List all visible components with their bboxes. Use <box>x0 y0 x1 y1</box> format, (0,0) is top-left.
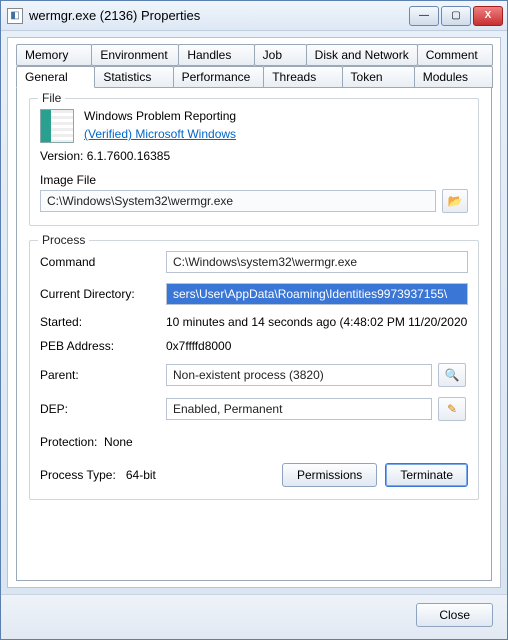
protection-value: None <box>104 435 133 449</box>
process-legend: Process <box>38 233 89 247</box>
started-label: Started: <box>40 315 160 329</box>
maximize-button[interactable]: ▢ <box>441 6 471 26</box>
terminate-button[interactable]: Terminate <box>385 463 468 487</box>
tab-job[interactable]: Job <box>254 44 307 66</box>
tab-threads[interactable]: Threads <box>263 66 342 88</box>
parent-input[interactable] <box>166 364 432 386</box>
process-group: Process Command Current Directory: sers\… <box>29 240 479 500</box>
cwd-input[interactable]: sers\User\AppData\Roaming\Identities9973… <box>166 283 468 305</box>
tab-general[interactable]: General <box>16 66 95 88</box>
tab-memory[interactable]: Memory <box>16 44 92 66</box>
permissions-button[interactable]: Permissions <box>282 463 377 487</box>
window-controls: — ▢ X <box>409 6 503 26</box>
tab-panel-general: File Windows Problem Reporting (Verified… <box>16 87 492 581</box>
tab-modules[interactable]: Modules <box>414 66 493 88</box>
tab-row-top: Memory Environment Handles Job Disk and … <box>16 44 492 66</box>
dep-label: DEP: <box>40 402 160 416</box>
ptype-label: Process Type: <box>40 468 116 482</box>
dialog-footer: Close <box>1 594 507 639</box>
protection-label: Protection: <box>40 435 97 449</box>
minimize-button[interactable]: — <box>409 6 439 26</box>
verified-link[interactable]: (Verified) Microsoft Windows <box>84 127 236 141</box>
magnifier-icon: 🔍 <box>445 368 460 382</box>
imagefile-input[interactable] <box>40 190 436 212</box>
version-row: Version: 6.1.7600.16385 <box>40 149 468 163</box>
dialog-close-button[interactable]: Close <box>416 603 493 627</box>
tab-comment[interactable]: Comment <box>417 44 493 66</box>
tab-disk-network[interactable]: Disk and Network <box>306 44 418 66</box>
peb-label: PEB Address: <box>40 339 160 353</box>
tab-handles[interactable]: Handles <box>178 44 254 66</box>
inspect-parent-button[interactable]: 🔍 <box>438 363 466 387</box>
imagefile-label: Image File <box>40 173 468 187</box>
titlebar: ◧ wermgr.exe (2136) Properties — ▢ X <box>1 1 507 31</box>
protection-row: Protection: None <box>40 435 468 449</box>
tab-token[interactable]: Token <box>342 66 415 88</box>
cwd-label: Current Directory: <box>40 287 160 301</box>
file-icon <box>40 109 74 143</box>
file-group: File Windows Problem Reporting (Verified… <box>29 98 479 226</box>
peb-value: 0x7ffffd8000 <box>166 339 468 353</box>
ptype-row: Process Type: 64-bit <box>40 468 282 482</box>
client-area: Memory Environment Handles Job Disk and … <box>7 37 501 588</box>
tab-environment[interactable]: Environment <box>91 44 179 66</box>
tabstrip: Memory Environment Handles Job Disk and … <box>16 44 492 88</box>
tab-row-bottom: General Statistics Performance Threads T… <box>16 66 492 88</box>
parent-label: Parent: <box>40 368 160 382</box>
command-label: Command <box>40 255 160 269</box>
pencil-icon: ✎ <box>447 402 457 416</box>
file-legend: File <box>38 91 65 105</box>
command-input[interactable] <box>166 251 468 273</box>
tab-statistics[interactable]: Statistics <box>94 66 173 88</box>
dep-input[interactable] <box>166 398 432 420</box>
app-icon: ◧ <box>7 8 23 24</box>
ptype-value: 64-bit <box>126 468 156 482</box>
close-button[interactable]: X <box>473 6 503 26</box>
version-label: Version: <box>40 149 83 163</box>
folder-icon: 📂 <box>448 194 463 208</box>
product-name: Windows Problem Reporting <box>84 109 468 123</box>
window-title: wermgr.exe (2136) Properties <box>29 8 409 23</box>
version-value: 6.1.7600.16385 <box>87 149 170 163</box>
properties-window: ◧ wermgr.exe (2136) Properties — ▢ X Mem… <box>0 0 508 640</box>
started-value: 10 minutes and 14 seconds ago (4:48:02 P… <box>166 315 468 329</box>
edit-dep-button[interactable]: ✎ <box>438 397 466 421</box>
browse-button[interactable]: 📂 <box>442 189 468 213</box>
tab-performance[interactable]: Performance <box>173 66 265 88</box>
